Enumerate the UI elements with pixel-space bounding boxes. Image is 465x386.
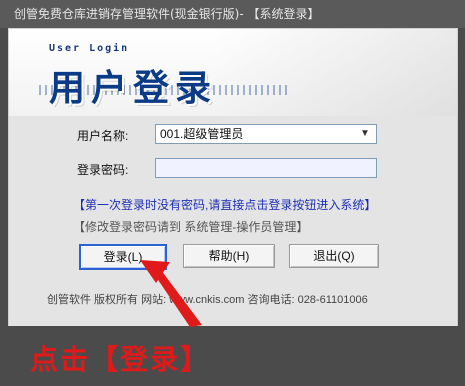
footer-copyright: 创管软件 版权所有 网站: www.cnkis.com 咨询电话: 028-61… (47, 294, 368, 306)
password-label: 登录密码: (77, 163, 129, 177)
banner-heading: 用户登录 (49, 67, 218, 108)
username-select[interactable]: 001.超级管理员 ▼ (155, 124, 377, 144)
login-window: 创管免费仓库进销存管理软件(现金银行版)- 【系统登录】 User Login … (0, 0, 465, 386)
help-button[interactable]: 帮助(H) (183, 244, 275, 268)
login-form-panel: 用户名称: 001.超级管理员 ▼ 登录密码: 【第一次登录时没有密码,请直接点… (8, 116, 458, 326)
username-label: 用户名称: (77, 129, 129, 143)
title-bar: 创管免费仓库进销存管理软件(现金银行版)- 【系统登录】 (0, 0, 465, 28)
window-title: 创管免费仓库进销存管理软件(现金银行版)- 【系统登录】 (14, 7, 320, 21)
annotation-click-login: 点击【登录】 (30, 344, 211, 375)
change-password-hint: 【修改登录密码请到 系统管理-操作员管理】 (73, 220, 309, 234)
password-field[interactable] (155, 158, 377, 178)
first-login-hint: 【第一次登录时没有密码,请直接点击登录按钮进入系统】 (73, 198, 377, 212)
exit-button[interactable]: 退出(Q) (289, 244, 379, 268)
login-button[interactable]: 登录(L) (79, 244, 167, 270)
user-login-banner: User Login 用户登录 (8, 28, 458, 118)
username-selected-value: 001.超级管理员 (160, 127, 244, 141)
banner-subtitle: User Login (49, 43, 130, 54)
chevron-down-icon[interactable]: ▼ (360, 125, 370, 143)
